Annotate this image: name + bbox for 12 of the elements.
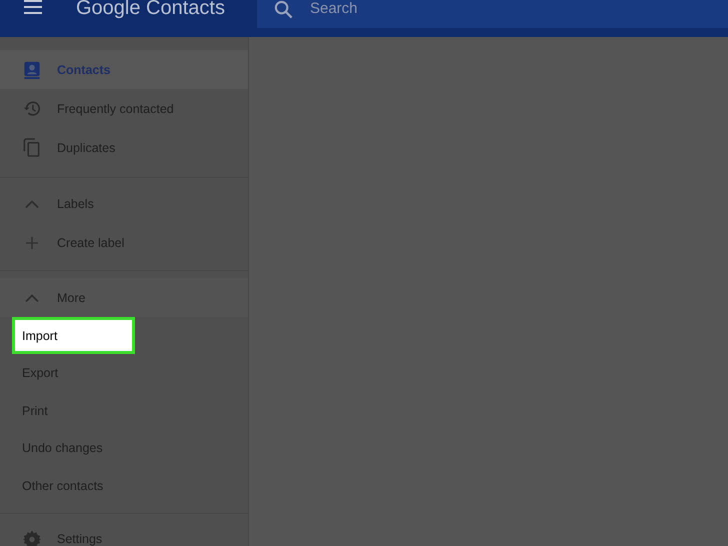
- chevron-up-icon: [25, 198, 39, 210]
- search-icon: [274, 0, 293, 19]
- menu-button[interactable]: [24, 0, 42, 14]
- highlighted-menu-item[interactable]: Import: [12, 317, 135, 354]
- search-field[interactable]: Search: [256, 0, 728, 28]
- copy-icon: [23, 138, 41, 157]
- chevron-up-icon: [25, 292, 39, 304]
- plus-icon: [25, 236, 39, 248]
- history-icon: [23, 99, 41, 118]
- nav-item[interactable]: Contacts: [0, 50, 248, 89]
- contacts-icon: [23, 60, 41, 79]
- menu-icon: [24, 0, 42, 14]
